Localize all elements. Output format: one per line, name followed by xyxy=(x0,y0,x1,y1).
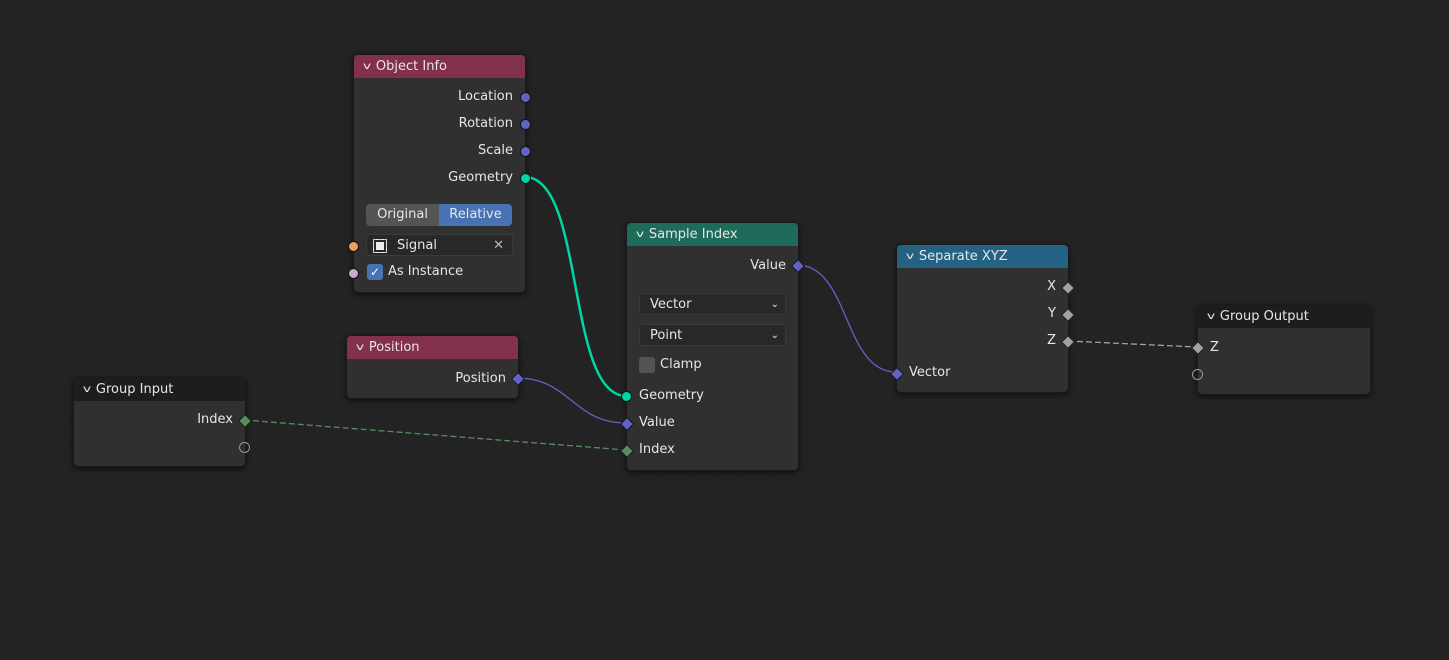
output-location: Location xyxy=(458,89,513,104)
input-z: Z xyxy=(1210,340,1219,355)
output-rotation: Rotation xyxy=(458,116,513,131)
output-y: Y xyxy=(1048,306,1056,321)
chevron-down-icon[interactable]: v xyxy=(906,251,914,262)
domain-dropdown[interactable]: Point ⌄ xyxy=(639,324,786,346)
node-header[interactable]: v Object Info xyxy=(354,55,525,78)
clamp-label: Clamp xyxy=(660,357,702,372)
object-name: Signal xyxy=(397,238,437,253)
chevron-down-icon[interactable]: v xyxy=(363,61,371,72)
chevron-down-icon[interactable]: v xyxy=(636,229,644,240)
socket-location[interactable] xyxy=(520,92,531,103)
socket-empty[interactable] xyxy=(239,442,250,453)
input-vector: Vector xyxy=(909,365,951,380)
link-z xyxy=(1067,340,1198,348)
socket-geometry[interactable] xyxy=(520,173,531,184)
as-instance-label: As Instance xyxy=(388,264,464,279)
input-index: Index xyxy=(639,442,675,457)
node-title: Group Output xyxy=(1219,309,1309,324)
object-info-node[interactable]: v Object Info Location Rotation Scale Geo… xyxy=(348,54,531,293)
position-node[interactable]: v Position Position xyxy=(346,335,526,399)
output-geometry: Geometry xyxy=(448,170,513,185)
node-header[interactable]: v Position xyxy=(347,336,518,359)
chevron-down-icon: ⌄ xyxy=(770,330,779,341)
chevron-down-icon[interactable]: v xyxy=(356,342,364,353)
node-header[interactable]: v Group Input xyxy=(74,378,245,401)
node-title: Group Input xyxy=(95,382,174,397)
node-header[interactable]: v Separate XYZ xyxy=(897,245,1068,268)
group-output-node[interactable]: v Group Output Z xyxy=(1190,304,1371,395)
original-button[interactable]: Original xyxy=(366,204,439,226)
link-index xyxy=(243,419,627,451)
group-input-node[interactable]: v Group Input Index xyxy=(73,377,253,467)
link-position-value xyxy=(516,377,627,424)
node-header[interactable]: v Group Output xyxy=(1198,305,1370,328)
socket-scale[interactable] xyxy=(520,146,531,157)
socket-rotation[interactable] xyxy=(520,119,531,130)
chevron-down-icon: ⌄ xyxy=(770,299,779,310)
node-title: Sample Index xyxy=(648,227,738,242)
input-geometry: Geometry xyxy=(639,388,704,403)
node-title: Object Info xyxy=(375,59,447,74)
input-value: Value xyxy=(639,415,675,430)
object-field[interactable]: Signal ✕ xyxy=(366,234,513,256)
separate-xyz-node[interactable]: v Separate XYZ X Y Z Vector xyxy=(889,244,1076,393)
sample-index-node[interactable]: v Sample Index Value Vector ⌄ Point ⌄ Clamp… xyxy=(619,222,806,471)
output-scale: Scale xyxy=(478,143,513,158)
data-type-value: Vector xyxy=(650,297,692,312)
data-type-dropdown[interactable]: Vector ⌄ xyxy=(639,293,786,315)
socket-geometry-in[interactable] xyxy=(621,391,632,402)
object-icon xyxy=(373,239,387,253)
node-header[interactable]: v Sample Index xyxy=(627,223,798,246)
socket-empty[interactable] xyxy=(1192,369,1203,380)
socket-as-instance[interactable] xyxy=(348,268,359,279)
output-x: X xyxy=(1047,279,1056,294)
chevron-down-icon[interactable]: v xyxy=(83,384,91,395)
output-value: Value xyxy=(750,258,786,273)
socket-object[interactable] xyxy=(348,241,359,252)
clear-icon[interactable]: ✕ xyxy=(493,235,504,257)
node-title: Position xyxy=(368,340,420,355)
node-title: Separate XYZ xyxy=(918,249,1008,264)
clamp-checkbox[interactable] xyxy=(639,357,655,373)
relative-button[interactable]: Relative xyxy=(439,204,512,226)
link-value-vector xyxy=(796,264,897,373)
chevron-down-icon[interactable]: v xyxy=(1207,311,1215,322)
output-z: Z xyxy=(1047,333,1056,348)
domain-value: Point xyxy=(650,328,683,343)
output-position: Position xyxy=(455,371,506,386)
as-instance-checkbox[interactable]: ✓ xyxy=(367,264,383,280)
output-index: Index xyxy=(197,412,233,427)
link-geometry xyxy=(524,175,627,398)
